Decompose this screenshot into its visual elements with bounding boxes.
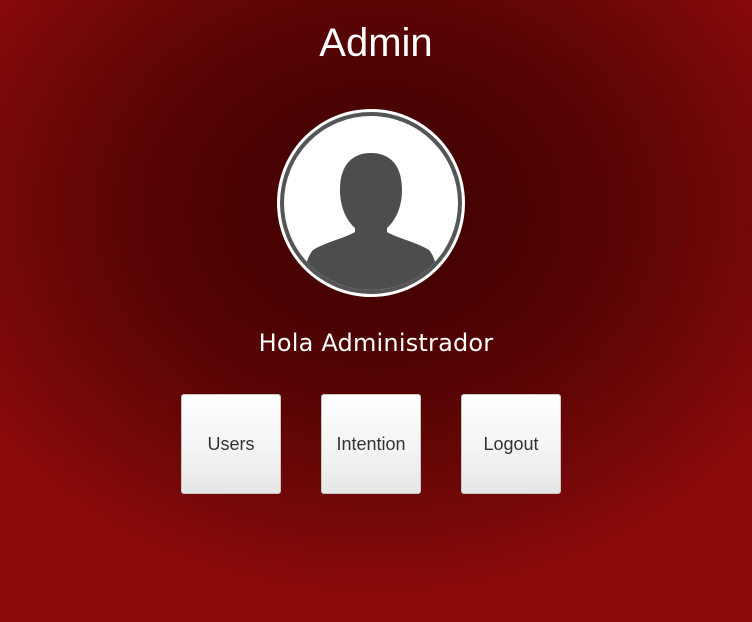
admin-menu: Users Intention Logout bbox=[181, 394, 561, 494]
greeting-text: Hola Administrador bbox=[258, 329, 494, 357]
page-title: Admin bbox=[319, 21, 433, 65]
logout-button[interactable]: Logout bbox=[461, 394, 561, 494]
user-silhouette-icon bbox=[277, 109, 465, 297]
avatar bbox=[276, 108, 466, 298]
intention-button[interactable]: Intention bbox=[321, 394, 421, 494]
users-button[interactable]: Users bbox=[181, 394, 281, 494]
